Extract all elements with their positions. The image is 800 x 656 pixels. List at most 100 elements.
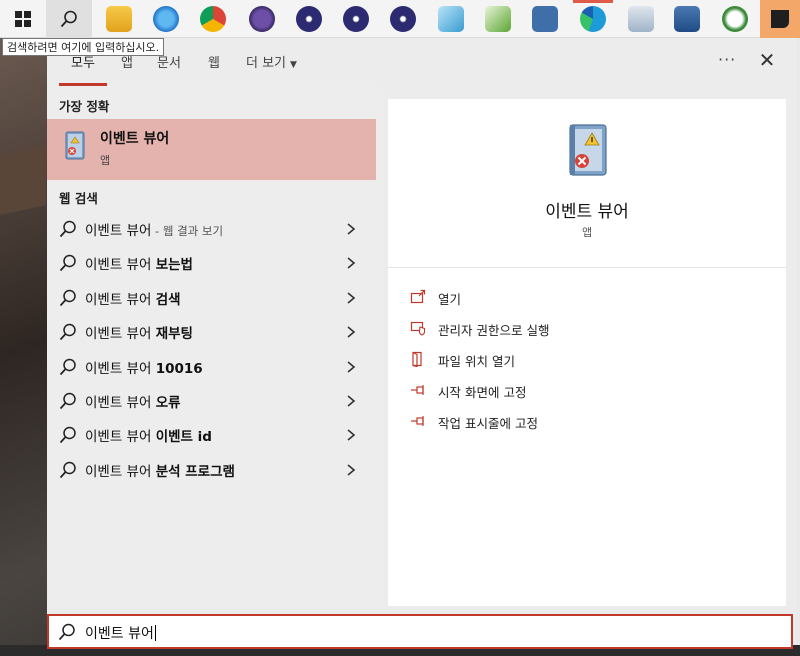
paint-3d-icon[interactable]	[438, 6, 464, 32]
result-query-prefix: 이벤트 뷰어	[85, 463, 156, 480]
search-panel: 모두 앱 문서 웹 더 보기 ▼ ··· ✕ 가장 정확 이벤트 뷰어 앱 웹 검…	[47, 38, 796, 649]
result-query-prefix: 이벤트 뷰어	[85, 429, 156, 446]
file-explorer-icon[interactable]	[106, 6, 132, 32]
eclipse-icon-3[interactable]	[343, 6, 369, 32]
search-tooltip: 검색하려면 여기에 입력하십시오.	[2, 38, 165, 56]
active-app-indicator	[573, 0, 613, 3]
detail-divider	[388, 267, 786, 268]
result-hint: - 웹 결과 보기	[151, 224, 224, 238]
chevron-right-icon[interactable]	[345, 323, 357, 341]
event-viewer-app-icon	[65, 131, 85, 160]
search-query: 이벤트 뷰어	[85, 623, 156, 643]
action-open-file-location-label: 파일 위치 열기	[438, 354, 515, 369]
windows-logo-icon	[15, 11, 31, 27]
action-pin-to-start[interactable]: 시작 화면에 고정	[410, 379, 770, 403]
sticky-notes-icon[interactable]	[760, 0, 800, 38]
detail-title: 이벤트 뷰어	[545, 202, 629, 222]
chevron-right-icon[interactable]	[345, 426, 357, 444]
tab-more[interactable]: 더 보기 ▼	[246, 52, 297, 71]
web-search-result-text: 이벤트 뷰어 분석 프로그램	[85, 460, 235, 480]
search-icon	[60, 10, 77, 28]
tab-web[interactable]: 웹	[208, 52, 220, 71]
image-editor-icon[interactable]	[485, 6, 511, 32]
result-query-prefix: 이벤트 뷰어	[85, 291, 156, 308]
web-search-heading: 웹 검색	[59, 191, 98, 206]
action-pin-to-start-label: 시작 화면에 고정	[438, 385, 527, 400]
action-run-as-admin[interactable]: 관리자 권한으로 실행	[410, 317, 770, 341]
tab-more-label: 더 보기	[246, 56, 287, 71]
best-match-subtitle: 앱	[100, 154, 111, 167]
shield-icon	[410, 321, 426, 336]
pin-icon	[411, 416, 424, 426]
chevron-right-icon[interactable]	[345, 461, 357, 479]
more-options-icon[interactable]: ···	[718, 50, 736, 69]
chevron-right-icon[interactable]	[345, 358, 357, 376]
internet-explorer-icon[interactable]	[153, 6, 179, 32]
result-query-suggestion: 재부팅	[155, 326, 193, 343]
result-query-suggestion: 보는법	[155, 257, 193, 274]
web-search-result-text: 이벤트 뷰어 재부팅	[85, 322, 193, 342]
action-open[interactable]: 열기	[410, 286, 770, 310]
chevron-right-icon[interactable]	[345, 220, 357, 238]
action-pin-to-taskbar-label: 작업 표시줄에 고정	[438, 416, 538, 431]
web-search-result-text: 이벤트 뷰어 - 웹 결과 보기	[85, 219, 223, 239]
action-open-file-location[interactable]: 파일 위치 열기	[410, 348, 770, 372]
search-icon	[59, 220, 76, 238]
eclipse-icon-4[interactable]	[390, 6, 416, 32]
detail-subtitle: 앱	[581, 226, 593, 239]
eclipse-icon-2[interactable]	[296, 6, 322, 32]
search-icon	[59, 461, 76, 478]
taskbar-search-button[interactable]	[46, 0, 92, 38]
result-query-suggestion: 오류	[155, 395, 181, 411]
task-manager-icon[interactable]	[628, 6, 654, 32]
chevron-down-icon: ▼	[290, 60, 297, 70]
result-query-suggestion: 이벤트 id	[155, 429, 212, 446]
result-query-prefix: 이벤트 뷰어	[85, 257, 156, 274]
hs-app-icon[interactable]	[722, 6, 748, 32]
taskbar	[0, 0, 800, 38]
result-query-suggestion: 분석 프로그램	[155, 463, 235, 480]
action-run-as-admin-label: 관리자 권한으로 실행	[438, 323, 550, 338]
chevron-right-icon[interactable]	[345, 254, 357, 272]
web-search-result-text: 이벤트 뷰어 보는법	[85, 253, 193, 273]
web-search-result[interactable]: 이벤트 뷰어 보는법	[47, 246, 376, 280]
web-search-result-text: 이벤트 뷰어 검색	[85, 288, 181, 308]
search-icon	[59, 255, 76, 272]
web-search-result[interactable]: 이벤트 뷰어 재부팅	[47, 315, 376, 349]
search-icon	[59, 392, 76, 410]
result-query-suggestion: 10016	[155, 360, 203, 377]
action-pin-to-taskbar[interactable]: 작업 표시줄에 고정	[410, 410, 770, 434]
calculator-icon[interactable]	[532, 6, 558, 32]
chevron-right-icon[interactable]	[345, 289, 357, 307]
edge-icon[interactable]	[580, 6, 606, 32]
web-search-result[interactable]: 이벤트 뷰어 오류	[47, 384, 376, 418]
event-viewer-large-icon	[569, 124, 607, 176]
search-icon	[59, 289, 76, 306]
desktop-wallpaper-detail	[0, 145, 46, 215]
web-search-result[interactable]: 이벤트 뷰어 이벤트 id	[47, 418, 376, 452]
result-query-prefix: 이벤트 뷰어	[85, 395, 156, 411]
search-input[interactable]: 이벤트 뷰어	[47, 614, 793, 649]
web-search-result-text: 이벤트 뷰어 오류	[85, 391, 181, 411]
chevron-right-icon[interactable]	[345, 392, 357, 410]
search-query-text: 이벤트 뷰어	[85, 626, 154, 642]
web-search-result[interactable]: 이벤트 뷰어 - 웹 결과 보기	[47, 212, 376, 246]
search-icon	[59, 323, 76, 341]
web-search-result[interactable]: 이벤트 뷰어 검색	[47, 281, 376, 315]
chrome-icon[interactable]	[200, 6, 226, 32]
start-button[interactable]	[0, 0, 46, 38]
web-search-result-text: 이벤트 뷰어 이벤트 id	[85, 425, 212, 445]
result-query-suggestion: 검색	[155, 291, 181, 308]
result-query-prefix: 이벤트 뷰어	[85, 223, 152, 239]
search-icon	[58, 623, 75, 641]
eclipse-icon[interactable]	[249, 6, 275, 32]
web-search-result[interactable]: 이벤트 뷰어 분석 프로그램	[47, 453, 376, 487]
search-icon	[59, 358, 76, 375]
database-icon[interactable]	[674, 6, 700, 32]
open-icon	[410, 289, 426, 304]
close-icon[interactable]: ✕	[757, 48, 777, 72]
best-match-item[interactable]: 이벤트 뷰어 앱	[47, 119, 376, 180]
web-search-result-text: 이벤트 뷰어 10016	[85, 357, 203, 377]
result-query-prefix: 이벤트 뷰어	[85, 326, 156, 343]
web-search-result[interactable]: 이벤트 뷰어 10016	[47, 350, 376, 384]
